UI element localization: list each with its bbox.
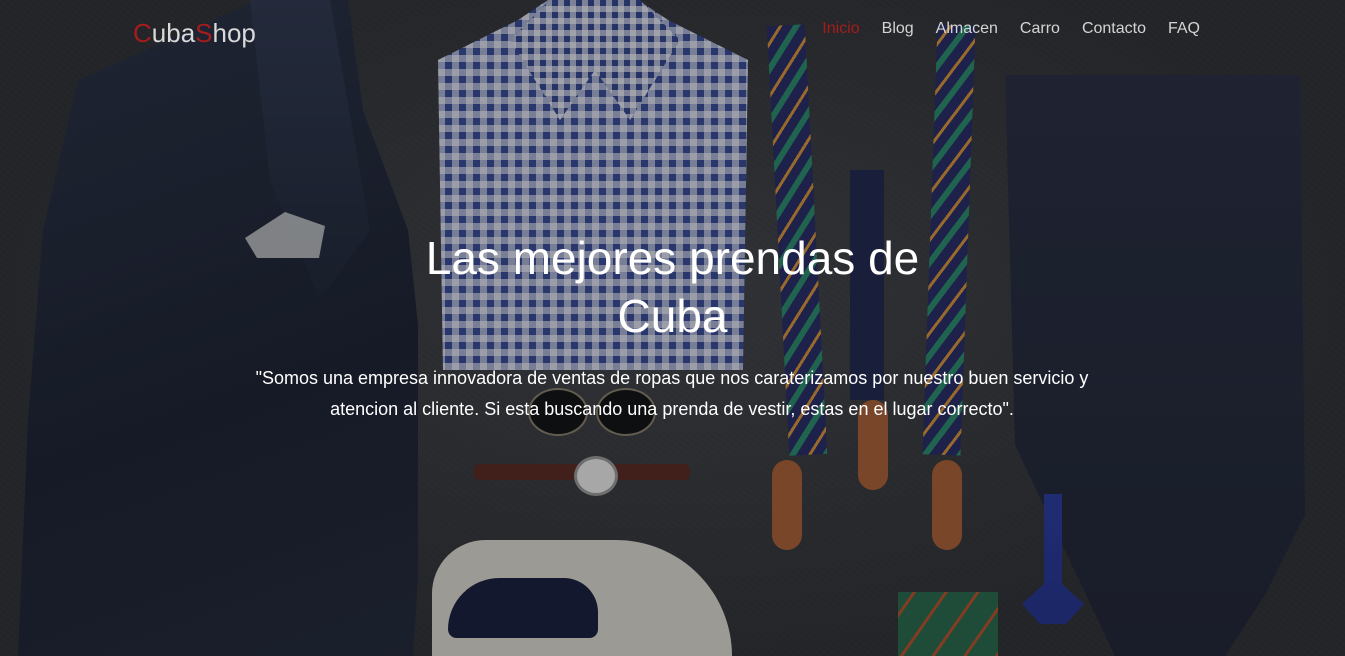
hero-description: "Somos una empresa innovadora de ventas … (255, 368, 1089, 419)
hero-title: Las mejores prendas de Cuba (425, 231, 920, 342)
nav-item-contacto[interactable]: Contacto (1082, 20, 1146, 38)
brand-logo[interactable]: CubaShop (133, 18, 256, 49)
main-nav: Inicio Blog Almacen Carro Contacto FAQ (822, 20, 1200, 38)
logo-text-hop: hop (212, 18, 256, 48)
nav-item-faq[interactable]: FAQ (1168, 20, 1200, 38)
logo-letter-s: S (195, 18, 213, 48)
logo-text-uba: uba (151, 18, 196, 48)
nav-item-carro[interactable]: Carro (1020, 20, 1060, 38)
nav-item-blog[interactable]: Blog (882, 20, 914, 38)
nav-item-almacen[interactable]: Almacen (936, 20, 998, 38)
nav-item-inicio[interactable]: Inicio (822, 20, 859, 38)
logo-letter-c: C (133, 18, 152, 48)
